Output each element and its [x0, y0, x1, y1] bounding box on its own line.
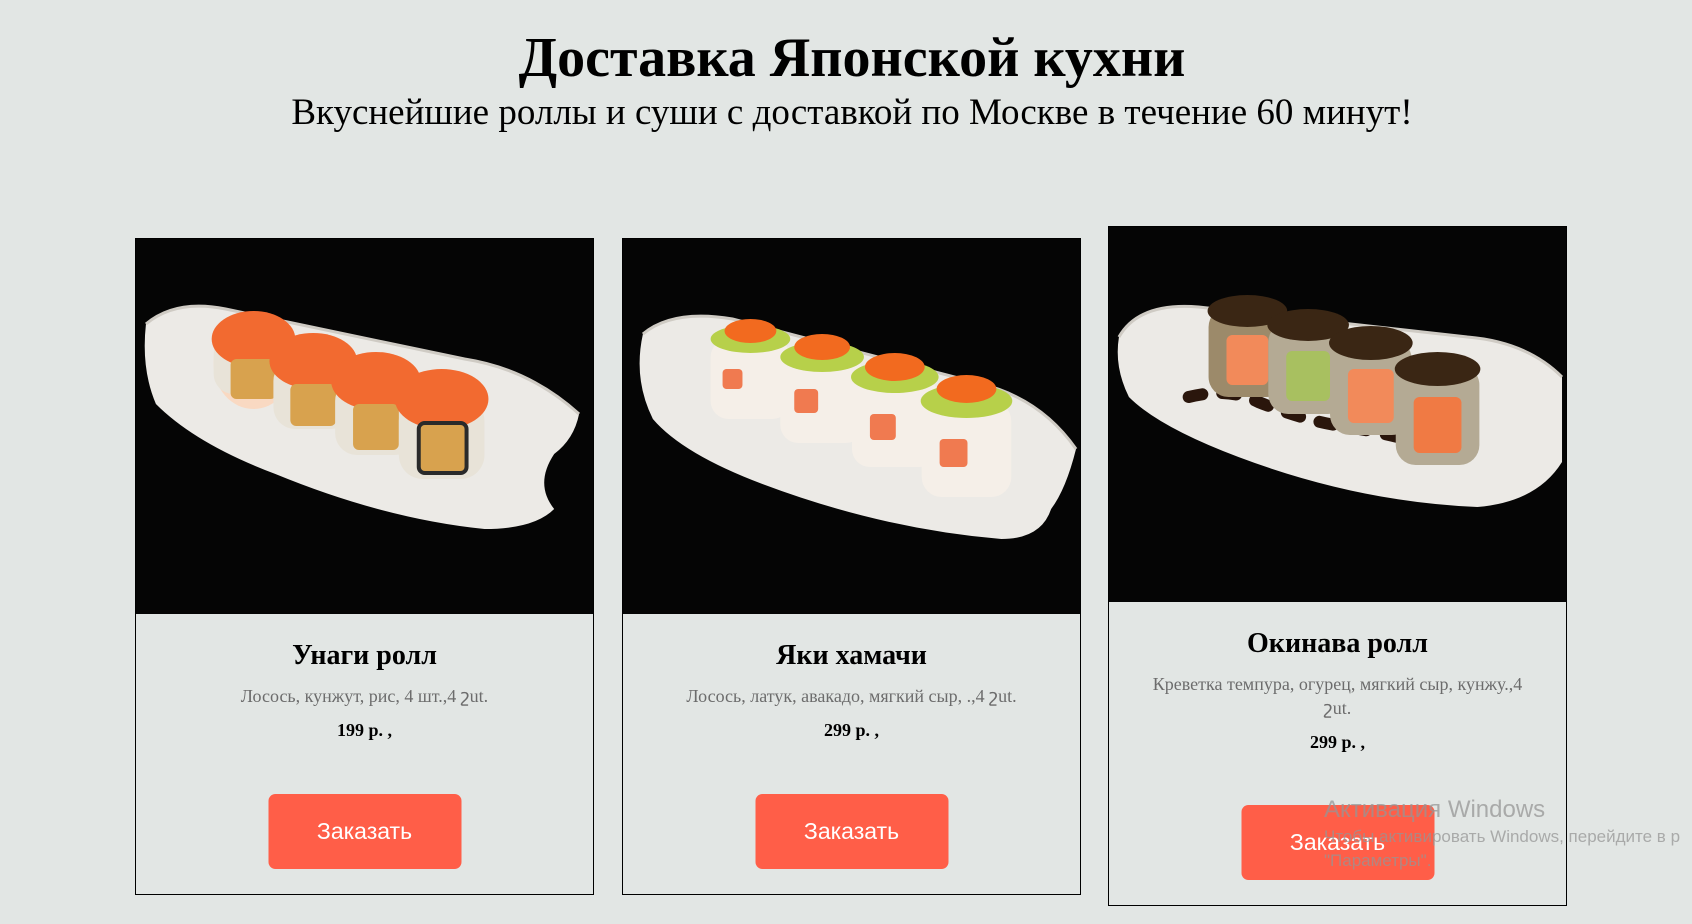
product-price: 299 р. , — [1309, 732, 1365, 752]
order-button[interactable]: Заказать — [755, 794, 948, 869]
page-header: Доставка Японской кухни Вкуснейшие роллы… — [0, 24, 1692, 134]
product-photo-salmon-roll — [136, 239, 593, 614]
product-description: Креветка темпура, огурец, мягкий сыр, ку… — [1152, 674, 1523, 718]
product-card-unagi: Унаги ролл Лосось, кунжут, рис, 4 шт.,4 … — [135, 238, 594, 895]
page-title: Доставка Японской кухни — [518, 27, 1186, 89]
product-card-yaki-hamachi: Яки хамачи Лосось, латук, авакадо, мягки… — [622, 238, 1081, 895]
product-card-body: Окинава ролл Креветка темпура, огурец, м… — [1109, 602, 1566, 753]
product-name: Окинава ролл — [1247, 628, 1428, 659]
page-subtitle: Вкуснейшие роллы и суши с доставкой по М… — [291, 92, 1413, 133]
product-price: 199 р. , — [336, 720, 392, 740]
product-name: Яки хамачи — [776, 640, 927, 671]
order-button[interactable]: Заказать — [268, 794, 461, 869]
order-button[interactable]: Заказать — [1241, 805, 1434, 880]
product-name: Унаги ролл — [292, 640, 437, 671]
product-price: 299 р. , — [823, 720, 879, 740]
page: Доставка Японской кухни Вкуснейшие роллы… — [0, 0, 1692, 924]
product-card-body: Яки хамачи Лосось, латук, авакадо, мягки… — [623, 614, 1080, 741]
product-photo-tobiko-lime-roll — [623, 239, 1080, 614]
product-description: Лосось, латук, авакадо, мягкий сыр, .,4 … — [686, 686, 1017, 706]
product-card-body: Унаги ролл Лосось, кунжут, рис, 4 шт.,4 … — [136, 614, 593, 741]
product-photo-unagi-sauce-roll — [1109, 227, 1566, 602]
product-card-okinawa: Окинава ролл Креветка темпура, огурец, м… — [1108, 226, 1567, 906]
product-description: Лосось, кунжут, рис, 4 шт.,4 շut. — [240, 686, 489, 706]
